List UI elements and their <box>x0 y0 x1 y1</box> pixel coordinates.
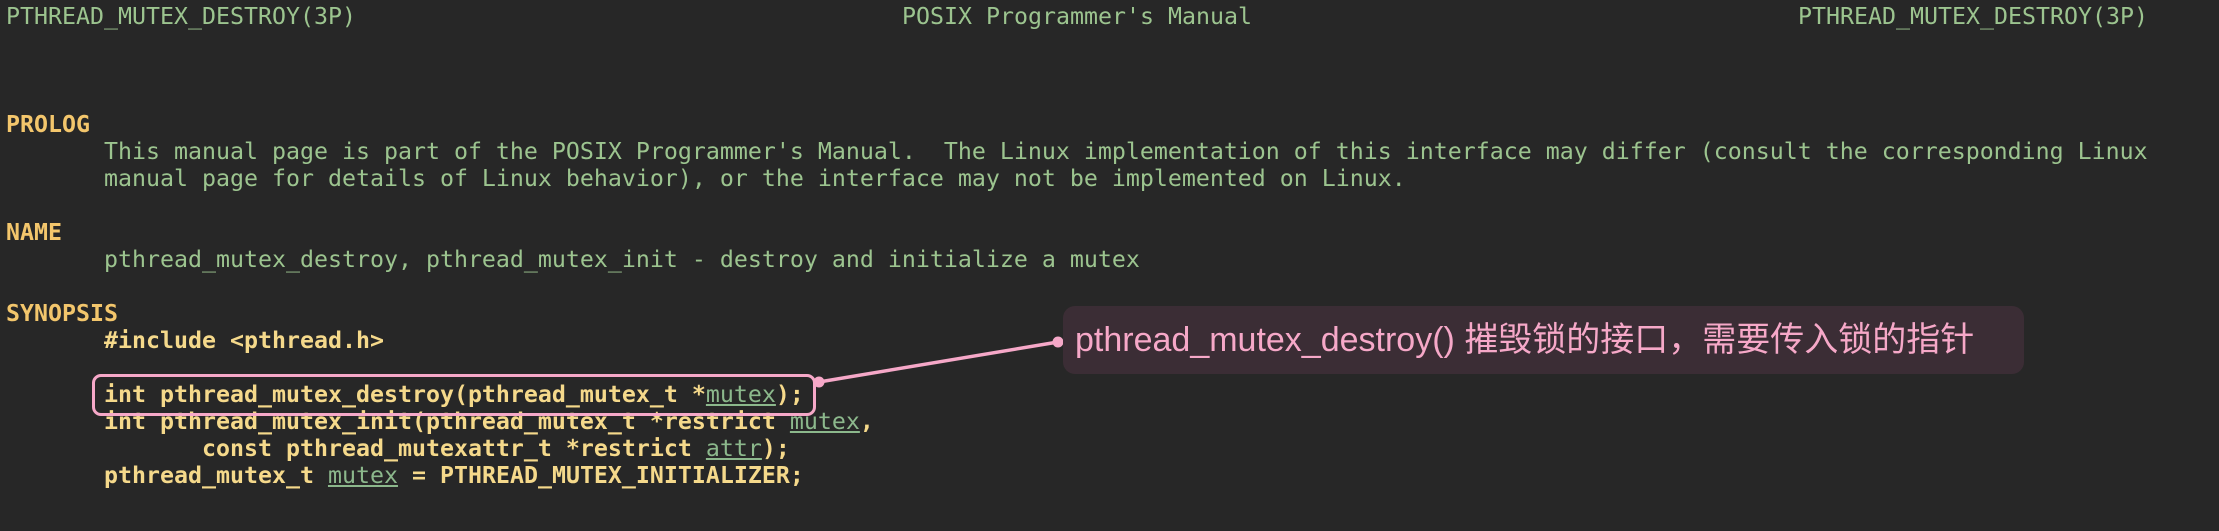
code-text: , <box>859 408 874 435</box>
header-center-title: POSIX Programmer's Manual <box>902 3 1252 30</box>
header-right-title: PTHREAD_MUTEX_DESTROY(3P) <box>1798 3 2148 30</box>
section-heading-prolog: PROLOG <box>6 111 90 138</box>
code-argument: attr <box>705 435 762 462</box>
section-heading-name: NAME <box>6 219 62 246</box>
annotation-callout: pthread_mutex_destroy() 摧毁锁的接口，需要传入锁的指针 <box>1063 306 2024 374</box>
code-text: ); <box>761 435 790 462</box>
header-left-title: PTHREAD_MUTEX_DESTROY(3P) <box>6 3 356 30</box>
terminal-man-page: PTHREAD_MUTEX_DESTROY(3P) POSIX Programm… <box>6 3 2206 489</box>
code-text: const pthread_mutexattr_t *restrict <box>104 435 706 462</box>
code-line-initializer: pthread_mutex_t mutex = PTHREAD_MUTEX_IN… <box>6 462 2206 489</box>
prolog-line: manual page for details of Linux behavio… <box>104 165 1406 192</box>
code-text: = PTHREAD_MUTEX_INITIALIZER; <box>397 462 804 489</box>
man-header: PTHREAD_MUTEX_DESTROY(3P) POSIX Programm… <box>6 3 2206 30</box>
code-argument: mutex <box>327 462 398 489</box>
code-line-init-continued: const pthread_mutexattr_t *restrict attr… <box>6 435 2206 462</box>
annotation-highlight-box <box>92 374 816 416</box>
name-line: pthread_mutex_destroy, pthread_mutex_ini… <box>104 246 1140 273</box>
code-text: pthread_mutex_t <box>104 462 328 489</box>
prolog-line: This manual page is part of the POSIX Pr… <box>104 138 2148 165</box>
